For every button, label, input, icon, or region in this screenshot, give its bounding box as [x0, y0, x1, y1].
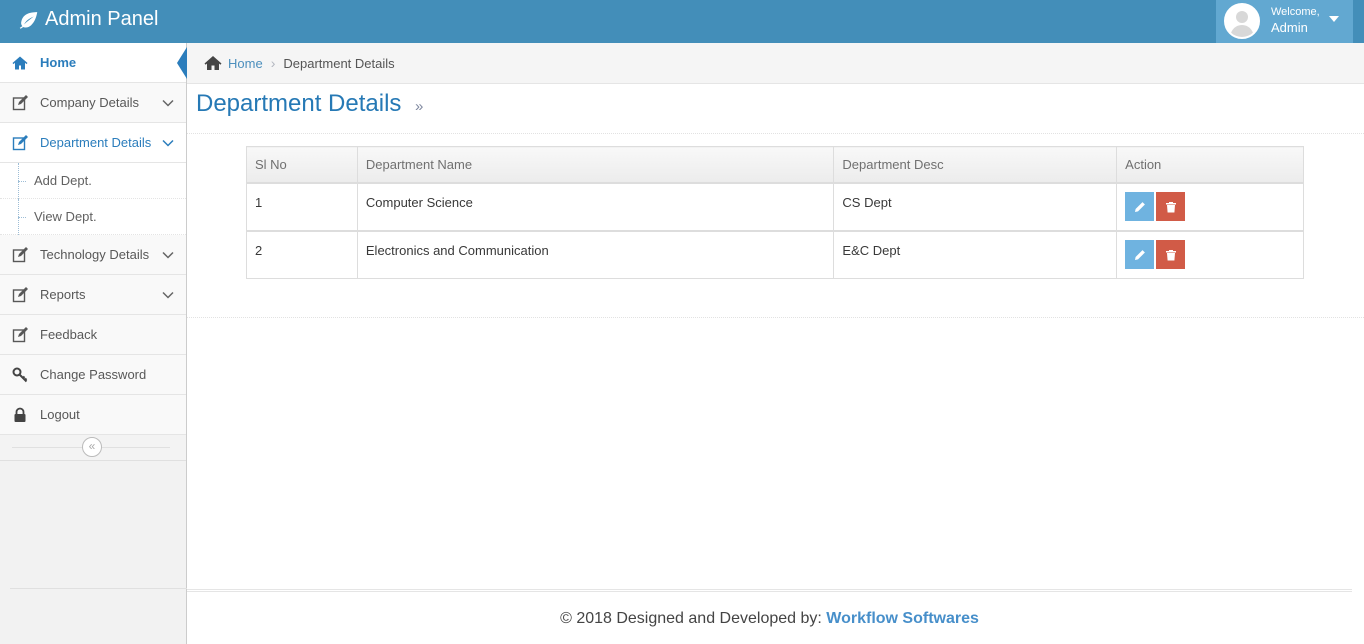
sidebar-item-label: Feedback: [40, 327, 98, 342]
sidebar-item-label: Reports: [40, 287, 86, 302]
home-icon: [204, 56, 222, 70]
pencil-square-icon: [11, 134, 29, 151]
delete-button[interactable]: [1156, 191, 1186, 221]
leaf-icon: [19, 11, 38, 29]
edit-button[interactable]: [1125, 191, 1155, 221]
footer-company-link[interactable]: Workflow Softwares: [826, 610, 979, 627]
home-icon: [11, 55, 29, 71]
column-header: Department Name: [356, 146, 835, 184]
sidebar-item-label: Logout: [40, 407, 80, 422]
trash-icon: [1165, 201, 1176, 212]
department-table: Sl No Department Name Department Desc Ac…: [246, 146, 1304, 279]
pencil-icon: [1134, 201, 1145, 212]
pencil-icon: [1134, 249, 1145, 260]
welcome-label: Welcome,: [1271, 6, 1320, 18]
sidebar-item-change-password[interactable]: Change Password: [0, 355, 186, 395]
navbar: Admin Panel Welcome, Admin: [0, 0, 1364, 43]
pencil-square-icon: [11, 326, 29, 343]
table-row: 2 Electronics and Communication E&C Dept: [246, 229, 1304, 279]
sidebar-item-label: Department Details: [40, 135, 152, 150]
table-row: 1 Computer Science CS Dept: [246, 182, 1304, 231]
page-title: Department Details: [196, 90, 402, 117]
cell-action: [1116, 182, 1304, 231]
sidebar: Home Company Details Department Details …: [0, 43, 187, 644]
user-name: Admin: [1271, 20, 1308, 35]
cell-action: [1116, 229, 1304, 279]
chevron-down-icon: [162, 291, 174, 299]
caret-down-icon: [1329, 16, 1339, 22]
sidebar-item-company-details[interactable]: Company Details: [0, 83, 186, 123]
column-header: Action: [1116, 146, 1304, 184]
chevron-down-icon: [162, 251, 174, 259]
page-title-separator: »: [415, 98, 424, 115]
sidebar-item-label: Home: [40, 55, 77, 70]
sidebar-item-label: Technology Details: [40, 247, 150, 262]
trash-icon: [1165, 249, 1176, 260]
column-header: Sl No: [246, 146, 358, 184]
key-icon: [11, 367, 29, 383]
sidebar-item-logout[interactable]: Logout: [0, 395, 186, 435]
page-header: Department Details »: [187, 84, 1364, 134]
sidebar-subitem-view-dept[interactable]: View Dept.: [0, 199, 186, 235]
sidebar-subitem-add-dept[interactable]: Add Dept.: [0, 163, 186, 199]
cell-sl-no: 2: [246, 229, 358, 279]
cell-sl-no: 1: [246, 182, 358, 231]
brand[interactable]: Admin Panel: [18, 8, 158, 31]
chevron-down-icon: [162, 139, 174, 147]
footer: © 2018 Designed and Developed by: Workfl…: [187, 589, 1352, 644]
footer-text: © 2018 Designed and Developed by:: [560, 610, 822, 627]
cell-department-desc: CS Dept: [833, 182, 1118, 231]
sidebar-item-reports[interactable]: Reports: [0, 275, 186, 315]
delete-button[interactable]: [1156, 239, 1186, 269]
sidebar-item-feedback[interactable]: Feedback: [0, 315, 186, 355]
user-menu[interactable]: Welcome, Admin: [1216, 0, 1353, 43]
sidebar-subitem-label: Add Dept.: [34, 173, 92, 188]
cell-department-name: Computer Science: [356, 182, 835, 231]
sidebar-item-technology-details[interactable]: Technology Details: [0, 235, 186, 275]
sidebar-item-label: Change Password: [40, 367, 147, 382]
sidebar-subitem-label: View Dept.: [34, 209, 97, 224]
pencil-square-icon: [11, 246, 29, 263]
welcome-text: Welcome, Admin: [1271, 6, 1320, 34]
sidebar-item-department-details[interactable]: Department Details: [0, 123, 186, 163]
breadcrumb-separator: ›: [270, 55, 276, 71]
cell-department-name: Electronics and Communication: [356, 229, 835, 279]
breadcrumb: Home › Department Details: [187, 43, 1364, 84]
edit-button[interactable]: [1125, 239, 1155, 269]
sidebar-item-label: Company Details: [40, 95, 139, 110]
brand-title: Admin Panel: [45, 8, 159, 30]
sidebar-collapse-button[interactable]: «: [82, 437, 102, 457]
chevron-down-icon: [162, 99, 174, 107]
sidebar-item-home[interactable]: Home: [0, 43, 187, 83]
column-header: Department Desc: [833, 146, 1118, 184]
cell-department-desc: E&C Dept: [833, 229, 1118, 279]
pencil-square-icon: [11, 286, 29, 303]
pencil-square-icon: [11, 94, 29, 111]
breadcrumb-current: Department Details: [283, 55, 395, 71]
avatar: [1224, 3, 1260, 39]
lock-icon: [11, 407, 29, 423]
breadcrumb-home-link[interactable]: Home: [228, 56, 263, 71]
sidebar-collapse-bar: «: [0, 435, 186, 461]
